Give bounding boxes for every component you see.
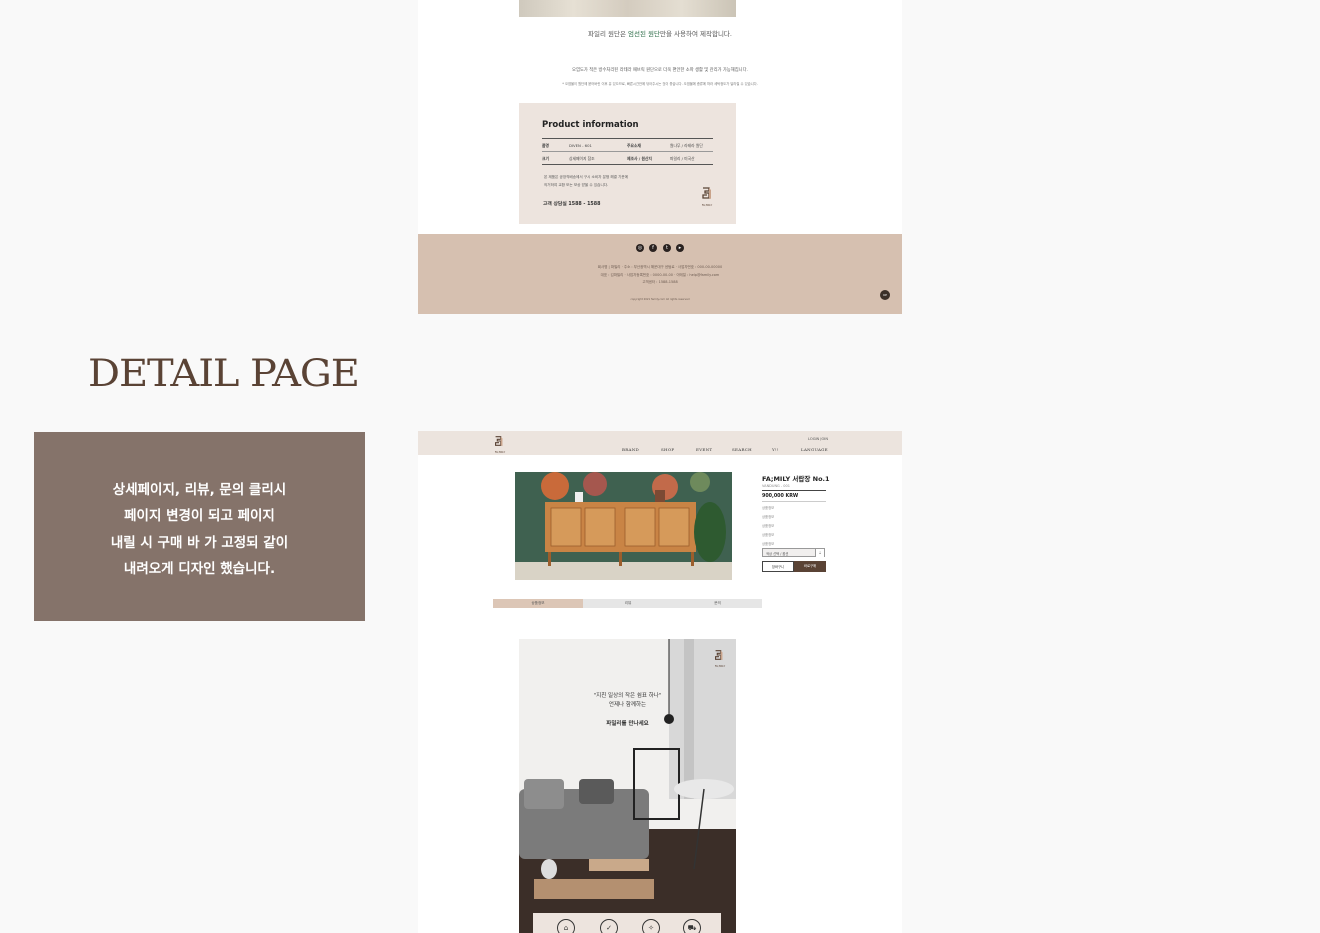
care-icon: ✧ <box>642 919 660 933</box>
info-label: 크기 <box>542 156 549 161</box>
description-line: 내려오게 디자인 했습니다. <box>123 561 276 577</box>
icon-bar: ⌂ ✓ ✧ ⛟ <box>533 913 721 933</box>
fabric-image <box>519 0 736 17</box>
nav-shop[interactable]: SHOP <box>661 447 674 452</box>
youtube-icon[interactable]: ▸ <box>676 244 684 252</box>
info-note-2: 의거하여 교환 또는 보상 받을 수 있습니다. <box>544 183 609 187</box>
tab-product-info[interactable]: 상품정보 <box>493 599 583 608</box>
hero-quote: "지친 일상의 작은 쉼표 하나" <box>593 693 662 699</box>
twitter-icon[interactable]: t <box>663 244 671 252</box>
nav-extra[interactable]: Y!! <box>772 447 779 452</box>
tab-inquiry[interactable]: 문의 <box>673 599 762 608</box>
caption-highlight: 엄선된 원단 <box>628 30 660 38</box>
family-logo[interactable]: FA;MILY <box>493 433 507 454</box>
option-label: 상품정보 <box>762 506 775 510</box>
info-label: 주요소재 <box>627 143 641 148</box>
top-page-mockup: 파일리 원단은 엄선된 원단만을 사용하여 제작합니다. 오염도가 적은 방수처… <box>418 0 902 314</box>
product-image <box>515 472 732 580</box>
navbar: FA;MILY LOGIN JOIN BRAND SHOP EVENT SEAR… <box>418 431 902 455</box>
logo-text: FA;MILY <box>701 203 713 207</box>
divider <box>542 164 713 165</box>
copyright: copyright 2021 family.com All rights res… <box>630 298 690 301</box>
info-label: 제조사 / 원산지 <box>627 156 652 161</box>
family-logo: FA;MILY <box>700 185 714 207</box>
divider <box>542 138 713 139</box>
chevron-down-icon: ⇣ <box>815 549 824 557</box>
instagram-icon[interactable]: ◎ <box>636 244 644 252</box>
logo-text: FA;MILY <box>494 450 506 454</box>
family-logo: FA;MILY <box>713 647 727 668</box>
material-caption: 파일리 원단은 엄선된 원단만을 사용하여 제작합니다. <box>418 28 902 38</box>
info-value: 원나무 / 라테라 원단 <box>670 143 703 148</box>
caption-suffix: 만을 사용하여 제작합니다. <box>660 30 732 38</box>
option-label: 상품정보 <box>762 515 775 519</box>
divider <box>542 151 713 152</box>
detail-page-mockup: FA;MILY LOGIN JOIN BRAND SHOP EVENT SEAR… <box>418 431 902 933</box>
description-line: 페이지 변경이 되고 페이지 <box>124 508 275 524</box>
product-title: FA;MILY 서랍장 No.1 <box>762 475 830 483</box>
nav-language[interactable]: LANGUAGE <box>801 447 828 452</box>
info-value: DIVEN - 601 <box>569 143 592 148</box>
scroll-up-button[interactable]: UP <box>880 290 890 300</box>
option-select[interactable]: 색상 선택 / 옵션 ⇣ <box>762 548 825 557</box>
product-info-box: Product information 품명 DIVEN - 601 주요소재 … <box>519 103 736 224</box>
product-info-title: Product information <box>542 120 639 130</box>
description-line: 상세페이지, 리뷰, 문의 클리시 <box>112 482 287 498</box>
info-value: 파일리 / 미국산 <box>670 156 695 161</box>
divider <box>762 501 826 502</box>
description-line: 내릴 시 구매 바 가 고정되 같이 <box>110 535 289 551</box>
footer-line-2: 대표 : 김파밀리 · 사업자등록번호 : 0000-00-00 · 이메일 :… <box>600 273 720 277</box>
section-heading: DETAIL PAGE <box>88 352 360 395</box>
description-box: 상세페이지, 리뷰, 문의 클리시 페이지 변경이 되고 페이지 내릴 시 구매… <box>34 432 365 621</box>
cs-number: 고객 상담실 1588 - 1588 <box>543 202 601 207</box>
info-label: 품명 <box>542 143 549 148</box>
login-links[interactable]: LOGIN JOIN <box>808 437 828 441</box>
option-label: 상품정보 <box>762 542 775 546</box>
hero-image: FA;MILY "지친 일상의 작은 쉼표 하나" 언제나 함께하는 파밀리를 … <box>519 639 736 933</box>
info-note-1: 본 제품은 공장직배송에서 구시 소비자 분쟁 해결 기준에 <box>544 175 629 179</box>
footer: ◎ f t ▸ 회사명 | 파밀리 · 주소 : 부산광역시 해운대구 센텀로 … <box>418 234 902 314</box>
footer-line-1: 회사명 | 파밀리 · 주소 : 부산광역시 해운대구 센텀로 · 사업자번호 … <box>597 265 723 269</box>
product-price: 900,000 KRW <box>762 494 799 499</box>
divider <box>762 490 826 491</box>
nav-event[interactable]: EVENT <box>696 447 712 452</box>
delivery-icon: ⌂ <box>557 919 575 933</box>
option-label: 상품정보 <box>762 533 775 537</box>
facebook-icon[interactable]: f <box>649 244 657 252</box>
nav-search[interactable]: SEARCH <box>732 447 752 452</box>
nav-brand[interactable]: BRAND <box>622 447 639 452</box>
select-label: 색상 선택 / 옵션 <box>766 552 789 556</box>
cart-button[interactable]: 장바구니 <box>762 561 794 572</box>
hero-line-2: 언제나 함께하는 <box>608 702 647 708</box>
tab-review[interactable]: 리뷰 <box>583 599 673 608</box>
logo-text: FA;MILY <box>714 664 726 668</box>
caption-prefix: 파일리 원단은 <box>588 30 629 38</box>
buy-button[interactable]: 바로구매 <box>794 561 826 572</box>
truck-icon: ⛟ <box>683 919 701 933</box>
quality-icon: ✓ <box>600 919 618 933</box>
option-label: 상품정보 <box>762 524 775 528</box>
care-note: 오염도가 적은 방수처리된 라테라 패브릭 원단으로 더욱 편안한 소파 생활 … <box>572 68 748 73</box>
footer-line-3: 고객센터 : 1588-1588 <box>642 280 678 284</box>
care-note-small: * 오염물이 원단에 묻어버린 이후 유 있으므로, 빠른시간안에 닦아주시는 … <box>562 82 758 86</box>
product-code: VANDUNG - 001 <box>762 484 790 488</box>
hero-line-3: 파밀리를 만나세요 <box>606 721 649 727</box>
info-value: 상세페이지 참조 <box>569 156 595 161</box>
